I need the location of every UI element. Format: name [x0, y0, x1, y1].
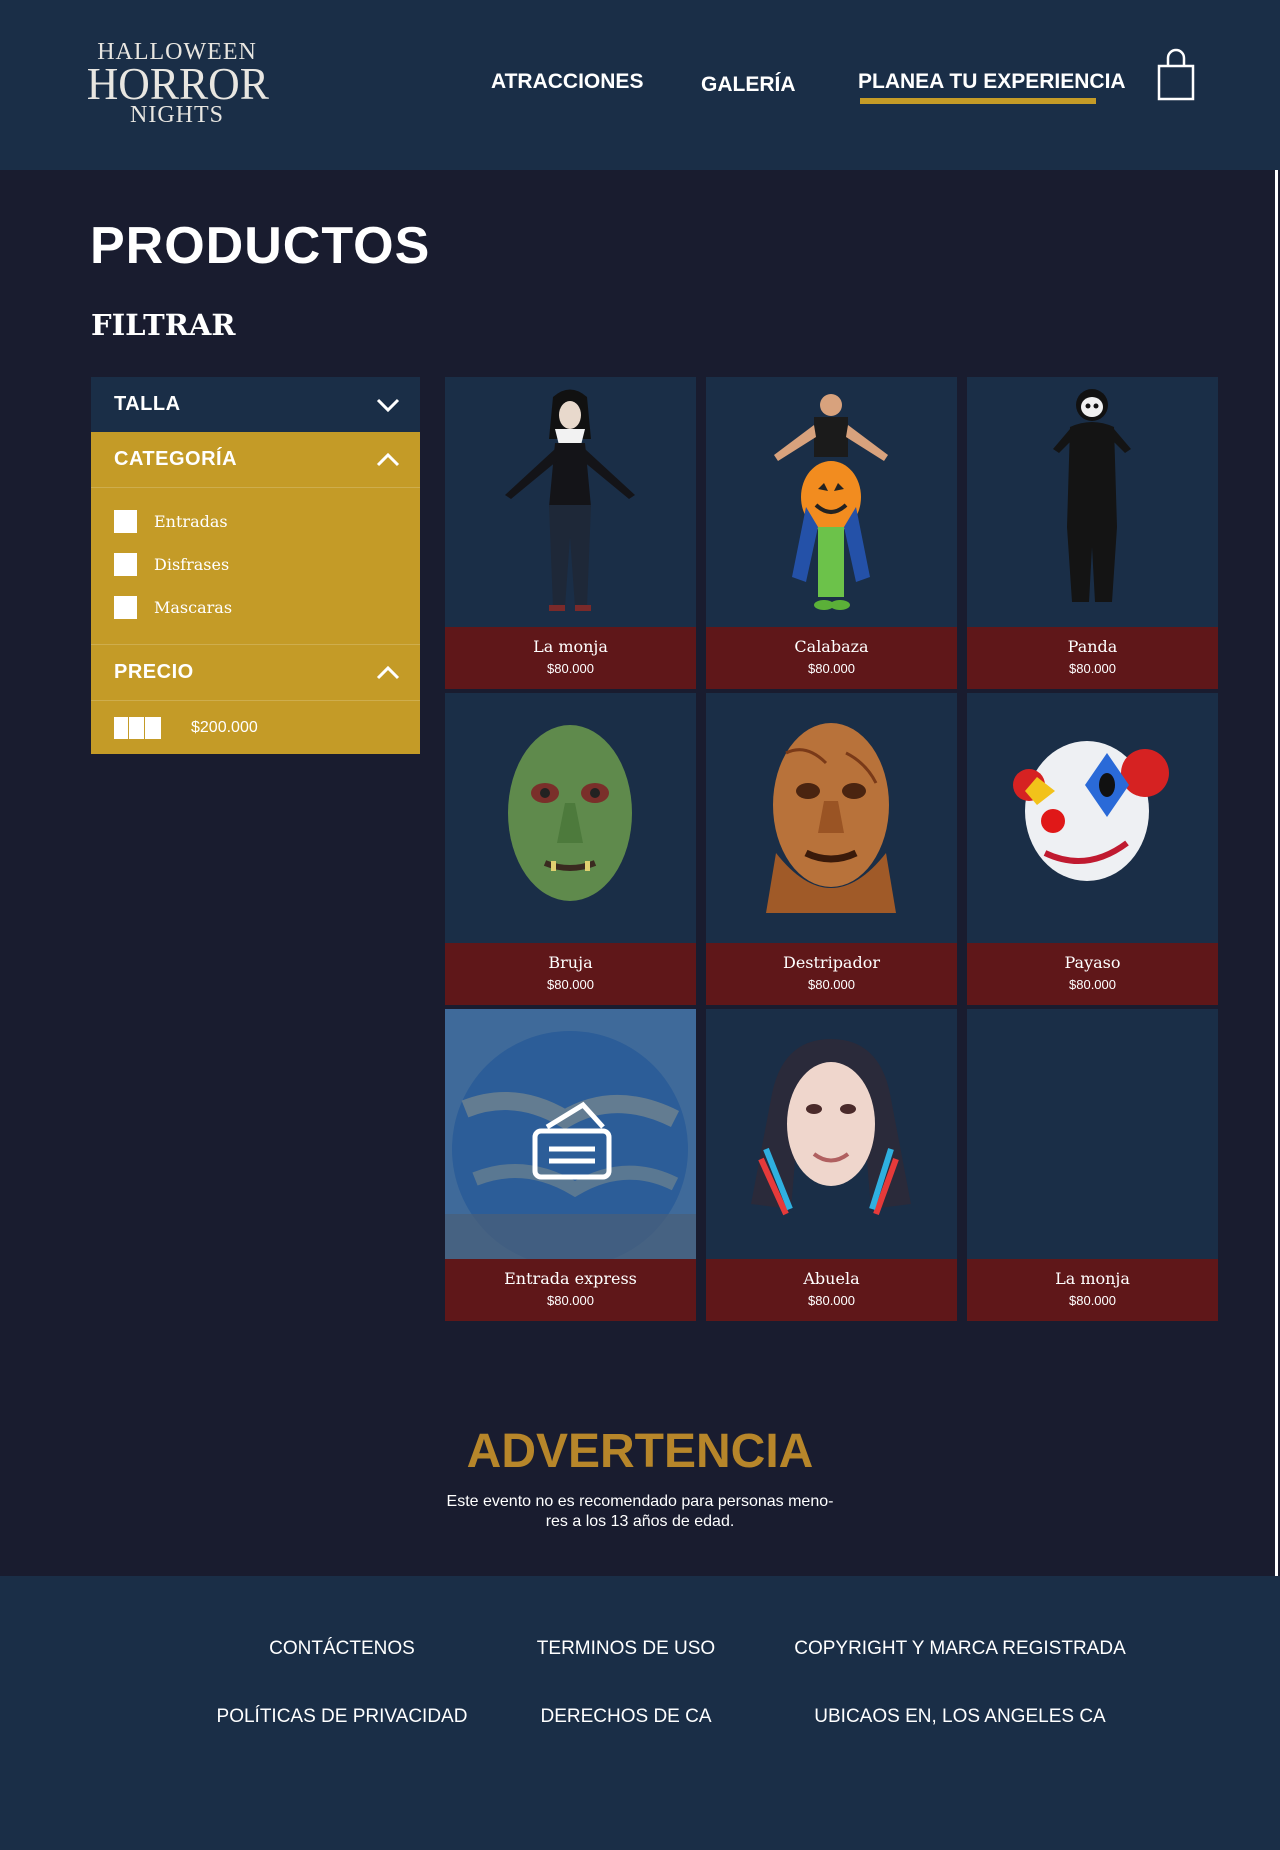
- product-label: La monja $80.000: [445, 627, 696, 689]
- product-image: [967, 377, 1218, 627]
- checkbox[interactable]: [114, 596, 137, 619]
- product-label: Bruja $80.000: [445, 943, 696, 1005]
- product-label: Panda $80.000: [967, 627, 1218, 689]
- filter-option-disfrases[interactable]: Disfrases: [91, 543, 420, 586]
- nav-atracciones[interactable]: ATRACCIONES: [491, 70, 643, 94]
- product-name: La monja: [1055, 1269, 1130, 1288]
- ripper-mask-image: [766, 723, 896, 913]
- product-card[interactable]: Panda $80.000: [967, 377, 1218, 689]
- clown-mask-image: [1013, 741, 1169, 881]
- product-price: $80.000: [1069, 1293, 1116, 1308]
- product-image: [706, 377, 957, 627]
- product-image: [445, 377, 696, 627]
- active-nav-underline: [860, 98, 1096, 104]
- product-name: Destripador: [782, 953, 880, 972]
- footer-link-terminos[interactable]: TERMINOS DE USO: [476, 1638, 776, 1660]
- filter-talla-header[interactable]: TALLA: [91, 377, 420, 432]
- product-price: $80.000: [547, 1293, 594, 1308]
- product-image: [445, 1009, 696, 1259]
- product-image: [445, 693, 696, 943]
- checkbox[interactable]: [114, 553, 137, 576]
- product-label: Abuela $80.000: [706, 1259, 957, 1321]
- product-name: Payaso: [1064, 953, 1121, 972]
- product-card[interactable]: Bruja $80.000: [445, 693, 696, 1005]
- nav-galeria[interactable]: GALERÍA: [701, 73, 796, 97]
- product-price: $80.000: [547, 977, 594, 992]
- product-name: La monja: [533, 637, 608, 656]
- site-footer: CONTÁCTENOS TERMINOS DE USO COPYRIGHT Y …: [0, 1576, 1280, 1850]
- product-price: $80.000: [808, 661, 855, 676]
- product-price: $80.000: [1069, 661, 1116, 676]
- filter-talla-label: TALLA: [114, 393, 181, 415]
- product-image-placeholder: [967, 1009, 1218, 1259]
- product-card[interactable]: La monja $80.000: [967, 1009, 1218, 1321]
- panda-costume-image: [1053, 389, 1131, 602]
- product-name: Panda: [1067, 637, 1118, 656]
- warning-text: Este evento no es recomendado para perso…: [446, 1493, 834, 1530]
- product-image: [706, 1009, 957, 1259]
- filter-categoria-header[interactable]: CATEGORÍA: [91, 432, 420, 487]
- product-label: Entrada express $80.000: [445, 1259, 696, 1321]
- footer-link-copyright[interactable]: COPYRIGHT Y MARCA REGISTRADA: [760, 1638, 1160, 1660]
- shopping-bag-icon[interactable]: [1157, 48, 1195, 102]
- product-card[interactable]: La monja $80.000: [445, 377, 696, 689]
- product-label: Destripador $80.000: [706, 943, 957, 1005]
- product-card[interactable]: Calabaza $80.000: [706, 377, 957, 689]
- product-name: Calabaza: [794, 637, 869, 656]
- checkbox[interactable]: [114, 510, 137, 533]
- pumpkin-costume-image: [774, 394, 888, 610]
- filter-panel: TALLA CATEGORÍA Entradas Disfrases Masca…: [91, 377, 420, 754]
- product-label: La monja $80.000: [967, 1259, 1218, 1321]
- chevron-down-icon: [376, 398, 400, 412]
- filter-option-entradas[interactable]: Entradas: [91, 500, 420, 543]
- filter-precio-header[interactable]: PRECIO: [91, 645, 420, 700]
- product-price: $80.000: [808, 1293, 855, 1308]
- filter-precio-body: $200.000: [91, 700, 420, 754]
- footer-link-ubicacion[interactable]: UBICAOS EN, LOS ANGELES CA: [760, 1706, 1160, 1728]
- product-image: [967, 693, 1218, 943]
- product-name: Bruja: [548, 953, 593, 972]
- filter-precio-label: PRECIO: [114, 661, 194, 683]
- chevron-up-icon: [376, 452, 400, 466]
- filter-categoria-options: Entradas Disfrases Mascaras: [91, 487, 420, 645]
- grandma-mask-image: [751, 1039, 911, 1216]
- product-name: Abuela: [803, 1269, 860, 1288]
- product-card[interactable]: Abuela $80.000: [706, 1009, 957, 1321]
- product-card[interactable]: Payaso $80.000: [967, 693, 1218, 1005]
- filter-heading: FILTRAR: [91, 308, 236, 342]
- product-image: [706, 693, 957, 943]
- express-ticket-image: [445, 1009, 696, 1259]
- halloween-horror-nights-logo[interactable]: HALLOWEEN HORROR NIGHTS: [82, 40, 272, 128]
- footer-link-privacidad[interactable]: POLÍTICAS DE PRIVACIDAD: [192, 1706, 492, 1728]
- product-label: Calabaza $80.000: [706, 627, 957, 689]
- product-name: Entrada express: [504, 1269, 637, 1288]
- warning-title: ADVERTENCIA: [466, 1425, 814, 1478]
- product-card[interactable]: Entrada express $80.000: [445, 1009, 696, 1321]
- nav-planea-tu-experiencia[interactable]: PLANEA TU EXPERIENCIA: [858, 70, 1126, 94]
- site-header: HALLOWEEN HORROR NIGHTS ATRACCIONES GALE…: [0, 0, 1280, 170]
- product-label: Payaso $80.000: [967, 943, 1218, 1005]
- product-price: $80.000: [808, 977, 855, 992]
- page-title: PRODUCTOS: [90, 217, 431, 275]
- footer-link-derechos[interactable]: DERECHOS DE CA: [476, 1706, 776, 1728]
- price-max-value: $200.000: [191, 718, 258, 736]
- page-edge-divider: [1275, 170, 1278, 1576]
- filter-option-mascaras[interactable]: Mascaras: [91, 586, 420, 629]
- witch-mask-image: [508, 725, 632, 901]
- filter-categoria-label: CATEGORÍA: [114, 448, 238, 470]
- price-range-slider[interactable]: [114, 716, 163, 739]
- product-card[interactable]: Destripador $80.000: [706, 693, 957, 1005]
- product-price: $80.000: [1069, 977, 1116, 992]
- product-price: $80.000: [547, 661, 594, 676]
- chevron-up-icon: [376, 665, 400, 679]
- nun-costume-image: [505, 389, 635, 611]
- footer-link-contactenos[interactable]: CONTÁCTENOS: [192, 1638, 492, 1660]
